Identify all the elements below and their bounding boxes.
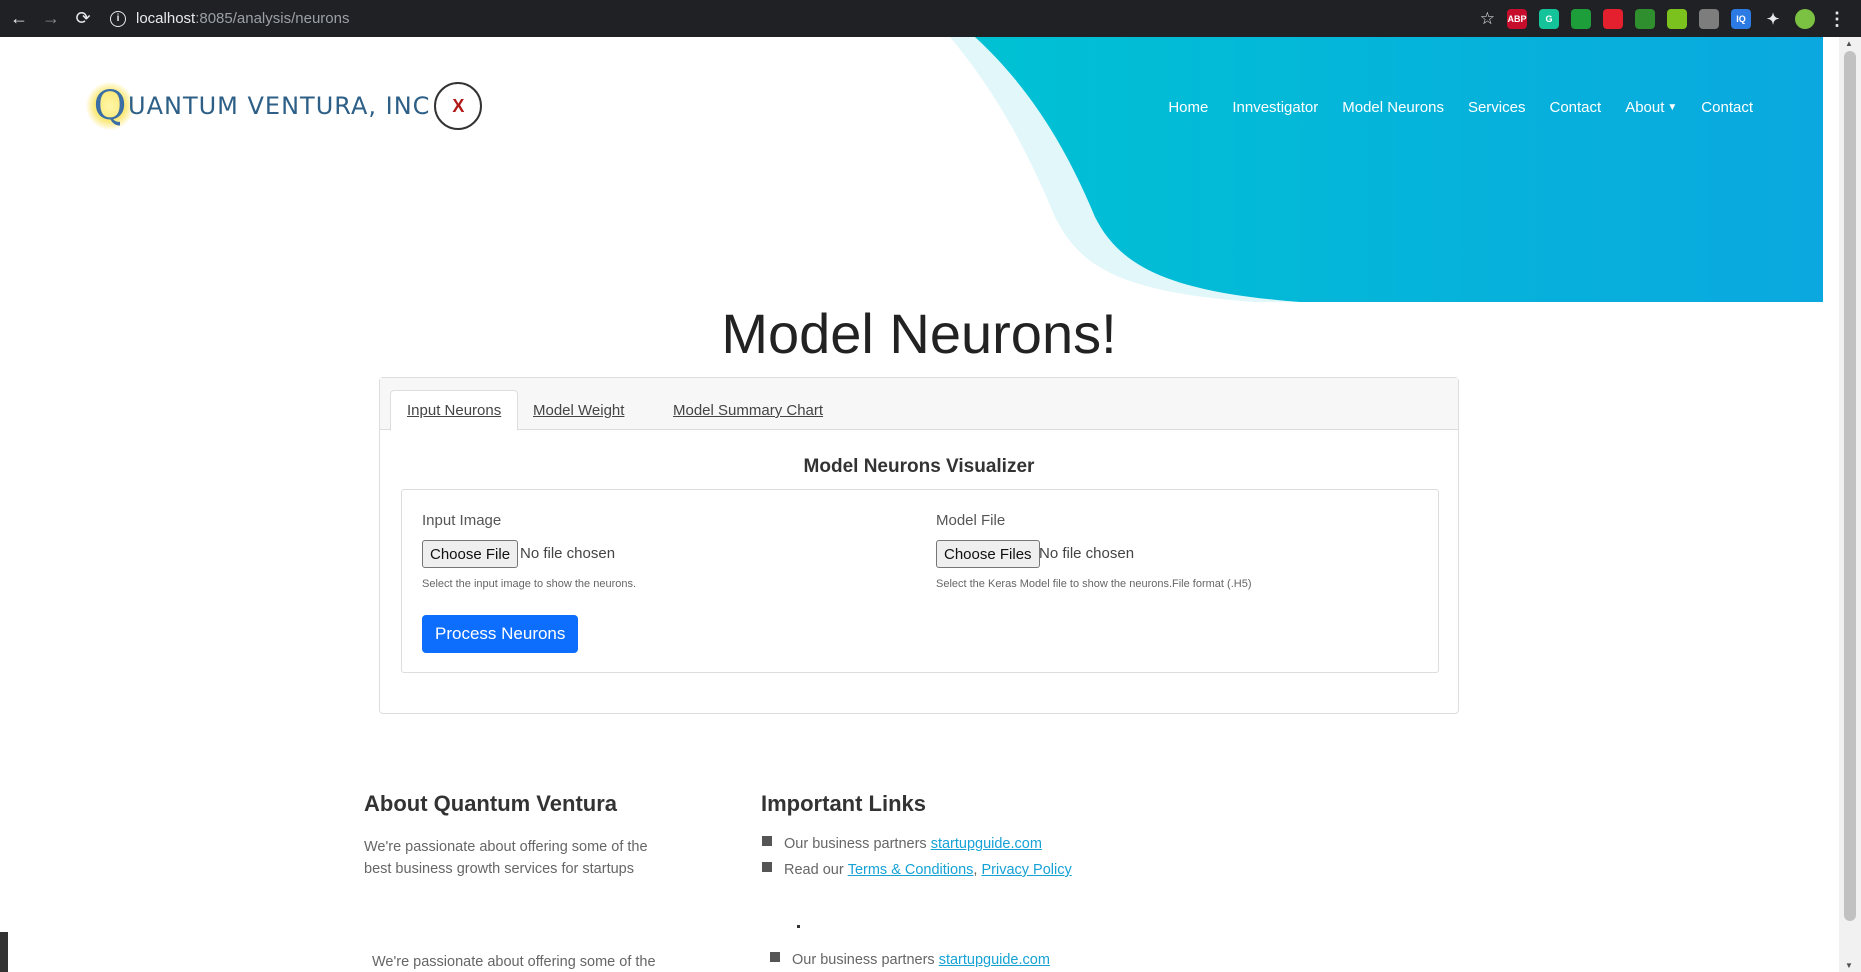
- tab-input-neurons[interactable]: Input Neurons: [390, 390, 519, 431]
- browser-toolbar: ← → ⟳ i localhost:8085/analysis/neurons …: [0, 0, 1861, 37]
- search-ext-icon[interactable]: [1635, 9, 1655, 29]
- logo-text: UANTUM VENTURA, INC: [128, 92, 431, 120]
- startupguide-link[interactable]: startupguide.com: [931, 836, 1042, 852]
- privacy-link[interactable]: Privacy Policy: [981, 862, 1071, 878]
- reload-icon[interactable]: ⟳: [70, 6, 96, 32]
- model-file-label: Model File: [936, 512, 1006, 529]
- startupguide-link-duplicate[interactable]: startupguide.com: [939, 952, 1050, 968]
- back-arrow-icon[interactable]: ←: [6, 6, 32, 32]
- input-image-status: No file chosen: [520, 545, 616, 562]
- nav-contact-2[interactable]: Contact: [1701, 99, 1753, 116]
- model-file-status: No file chosen: [1039, 545, 1135, 562]
- iq-ext-icon[interactable]: IQ: [1731, 9, 1751, 29]
- terms-link[interactable]: Terms & Conditions: [848, 862, 974, 878]
- profile-avatar-icon[interactable]: [1795, 9, 1815, 29]
- page: Q UANTUM VENTURA, INC X Home Innvestigat…: [0, 37, 1861, 972]
- bullet-square-icon: [762, 862, 772, 872]
- seal-icon: X: [434, 82, 483, 130]
- company-logo[interactable]: Q UANTUM VENTURA, INC X: [86, 82, 483, 130]
- tab-model-summary-chart[interactable]: Model Summary Chart: [657, 390, 839, 431]
- model-file-help: Select the Keras Model file to show the …: [936, 578, 1252, 590]
- page-title: Model Neurons!: [721, 302, 1117, 365]
- partners-item-duplicate: Our business partners startupguide.com: [770, 952, 1050, 968]
- nav-home[interactable]: Home: [1168, 99, 1208, 116]
- about-heading: About Quantum Ventura: [364, 791, 617, 816]
- dot: [797, 925, 800, 928]
- partners-item: Our business partners startupguide.com: [762, 836, 1042, 852]
- input-image-help: Select the input image to show the neuro…: [422, 578, 637, 590]
- process-neurons-button[interactable]: Process Neurons: [422, 615, 579, 653]
- site-info-icon[interactable]: i: [110, 10, 126, 27]
- page-scrollbar[interactable]: ▲ ▼: [1839, 37, 1861, 972]
- partners-text-duplicate: Our business partners: [792, 952, 935, 968]
- nav-contact[interactable]: Contact: [1549, 99, 1601, 116]
- visualizer-card: Input Neurons Model Weight Model Summary…: [379, 377, 1459, 714]
- abp-icon[interactable]: ABP: [1507, 9, 1527, 29]
- forward-arrow-icon[interactable]: →: [38, 6, 64, 32]
- read-text: Read our: [784, 862, 844, 878]
- cube-ext-icon[interactable]: [1667, 9, 1687, 29]
- box-ext-icon[interactable]: [1699, 9, 1719, 29]
- green-drop-icon[interactable]: [1571, 9, 1591, 29]
- address-bar[interactable]: i localhost:8085/analysis/neurons: [110, 6, 1460, 31]
- scroll-down-icon[interactable]: ▼: [1845, 961, 1853, 970]
- nav-innvestigator[interactable]: Innvestigator: [1232, 99, 1318, 116]
- tab-model-weight[interactable]: Model Weight: [517, 390, 640, 431]
- main-nav: Home Innvestigator Model Neurons Service…: [1168, 99, 1753, 116]
- scrollbar-thumb[interactable]: [1844, 51, 1856, 921]
- about-text-duplicate: We're passionate about offering some of …: [372, 954, 656, 970]
- partners-text: Our business partners: [784, 836, 927, 852]
- url-host: localhost: [136, 10, 196, 27]
- comma-text: ,: [973, 862, 982, 878]
- browser-menu-icon[interactable]: ⋮: [1827, 9, 1847, 29]
- bookmark-star-icon[interactable]: ☆: [1480, 9, 1495, 29]
- input-image-label: Input Image: [422, 512, 502, 529]
- about-text: We're passionate about offering some of …: [364, 839, 648, 877]
- input-image-choose-button[interactable]: Choose File: [422, 540, 519, 568]
- bullet-square-icon: [770, 952, 780, 962]
- logo-q-mark: Q: [86, 82, 134, 130]
- edge-marker: [0, 932, 8, 972]
- nav-about-label: About: [1625, 99, 1665, 116]
- upload-form: Input Image Choose File No file chosen S…: [401, 489, 1439, 673]
- legal-item: Read our Terms & Conditions, Privacy Pol…: [762, 862, 1072, 878]
- visualizer-title: Model Neurons Visualizer: [803, 456, 1035, 477]
- grammarly-icon[interactable]: G: [1539, 9, 1559, 29]
- nav-model-neurons[interactable]: Model Neurons: [1342, 99, 1444, 116]
- nav-about-dropdown[interactable]: About ▼: [1625, 99, 1677, 116]
- url-path: :8085/analysis/neurons: [195, 10, 350, 27]
- puzzle-extensions-icon[interactable]: ✦: [1763, 9, 1783, 29]
- caret-down-icon: ▼: [1667, 102, 1678, 113]
- scroll-up-icon[interactable]: ▲: [1845, 39, 1853, 48]
- important-links-heading: Important Links: [761, 791, 927, 816]
- tab-bar: Input Neurons Model Weight Model Summary…: [380, 378, 1458, 431]
- bullet-square-icon: [762, 836, 772, 846]
- nav-services[interactable]: Services: [1468, 99, 1526, 116]
- extensions-bar: ☆ ABP G IQ ✦ ⋮: [1480, 8, 1847, 30]
- model-file-choose-button[interactable]: Choose Files: [936, 540, 1040, 568]
- red-shield-icon[interactable]: [1603, 9, 1623, 29]
- header-wave: [935, 37, 1823, 302]
